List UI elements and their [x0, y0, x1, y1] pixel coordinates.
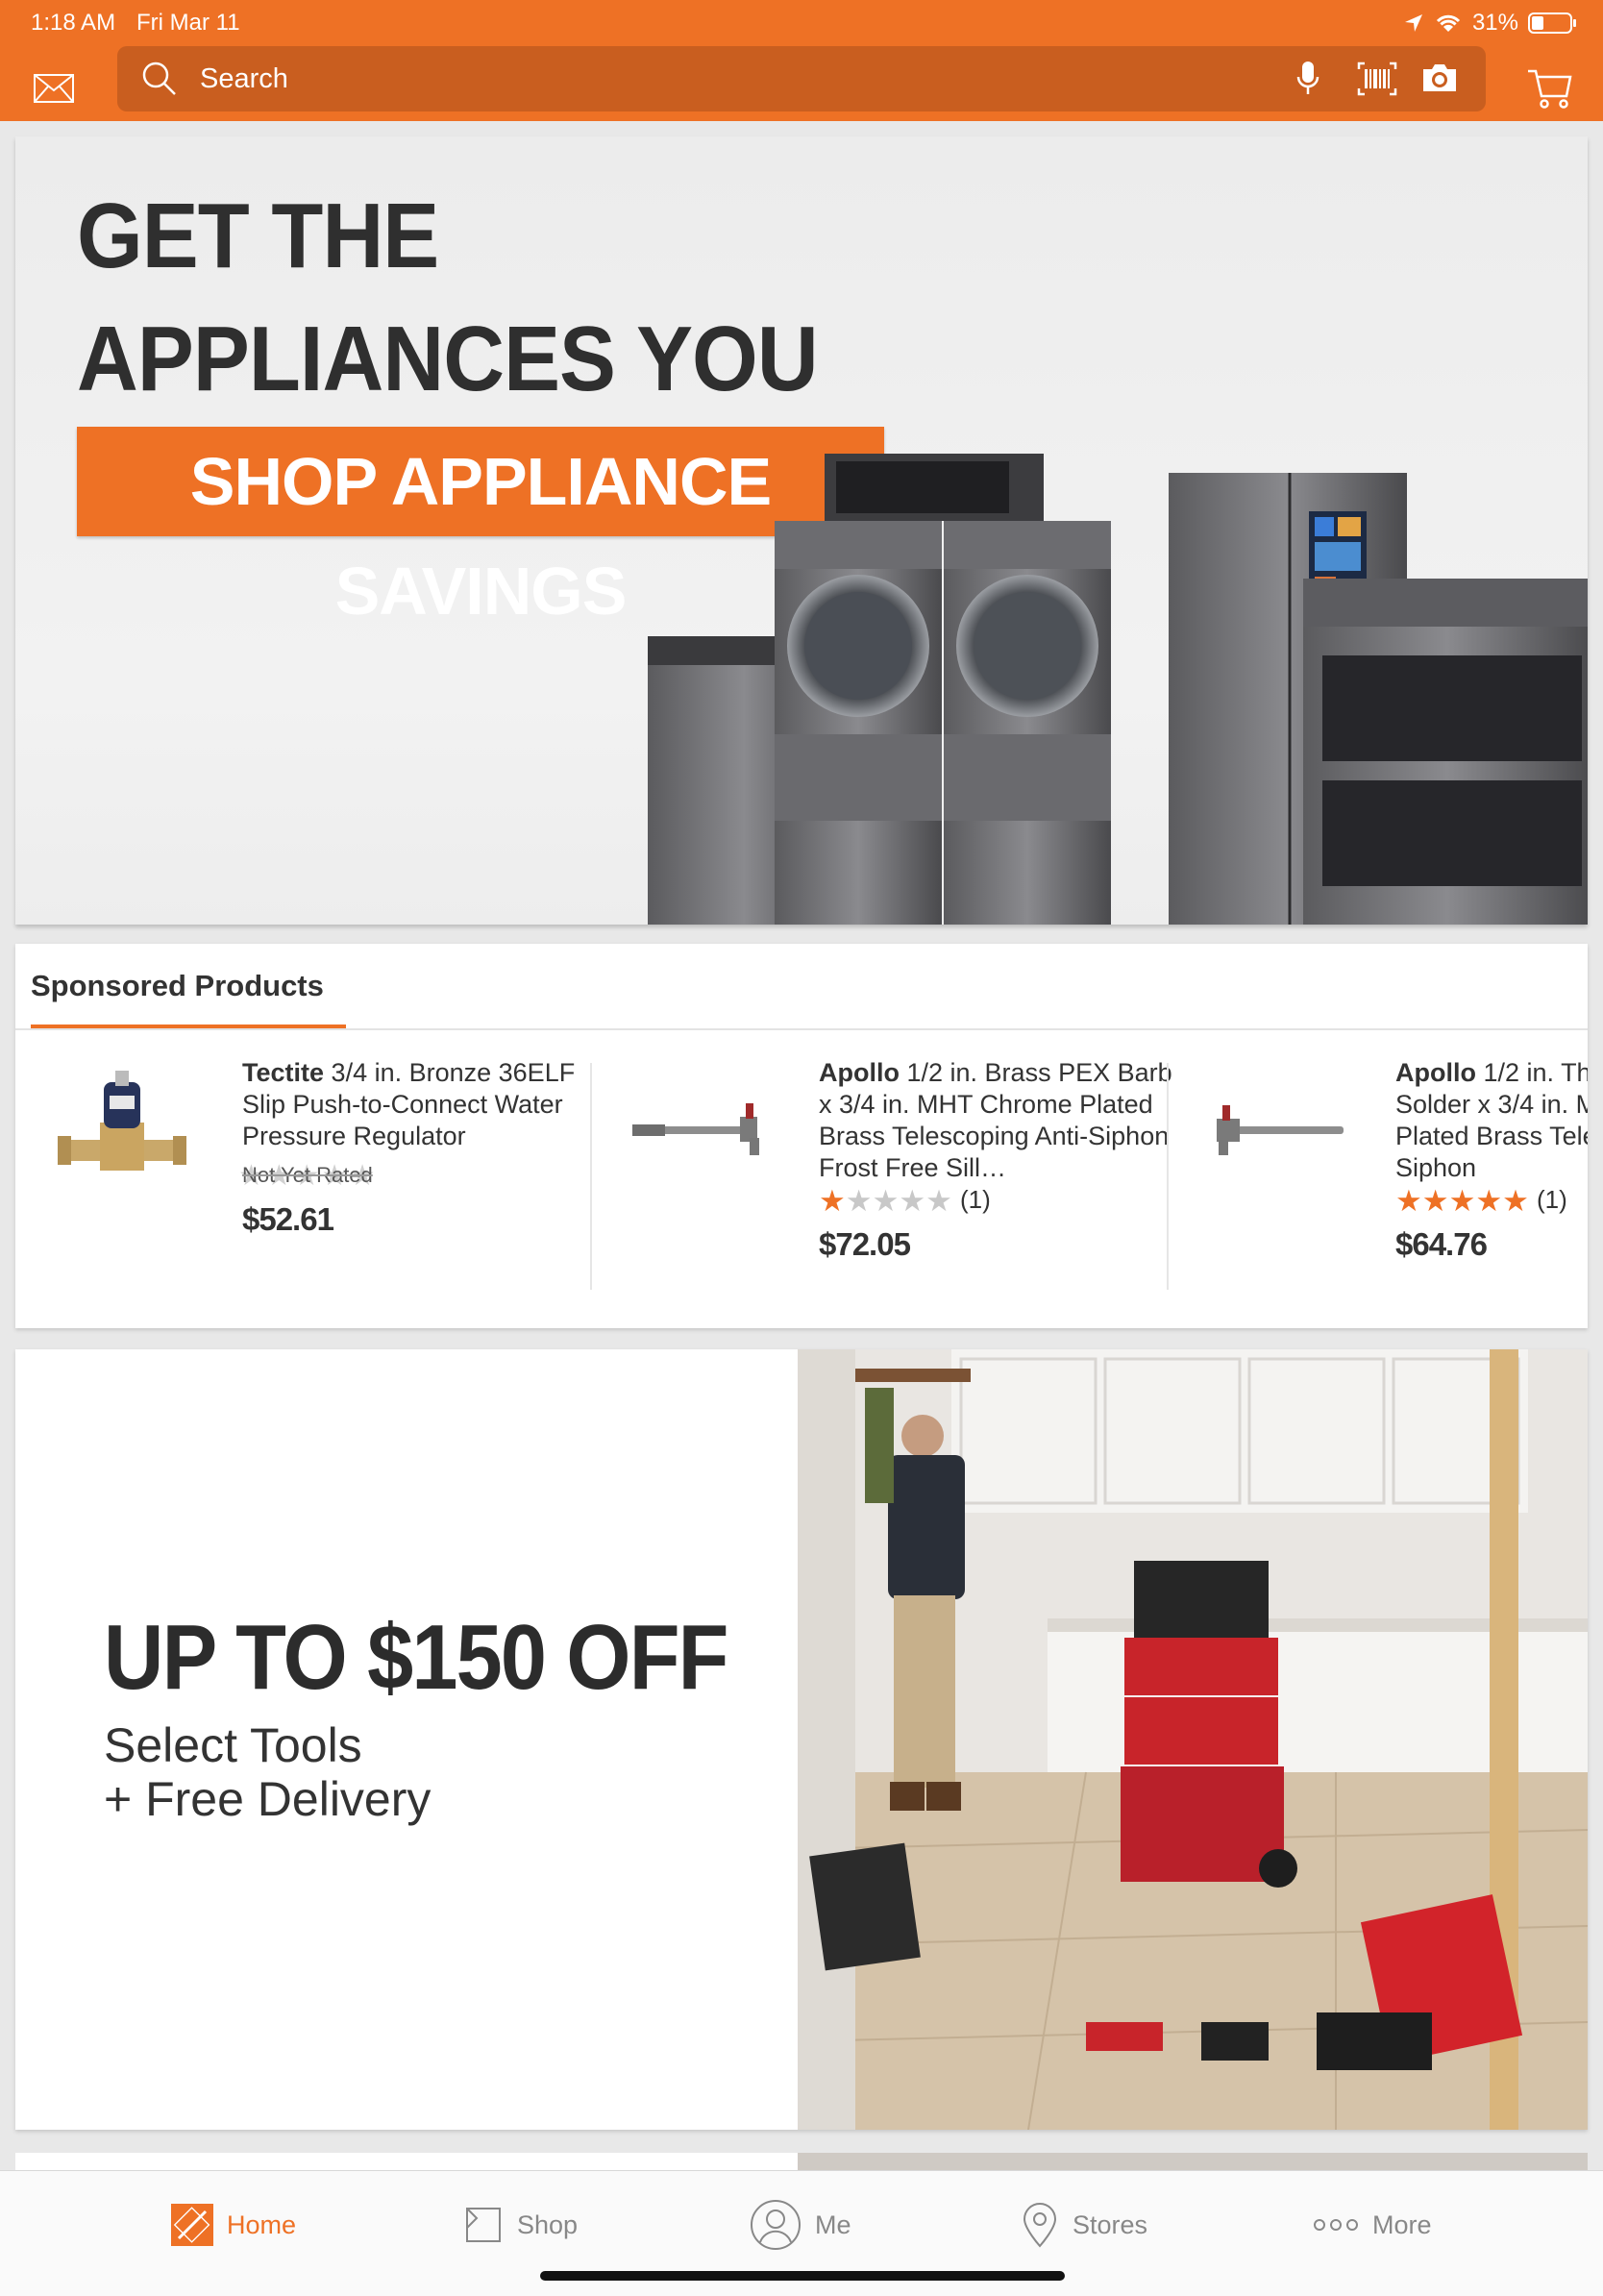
tab-label: Stores — [1073, 2210, 1148, 2239]
status-time: 1:18 AM — [31, 10, 116, 36]
appliances-image — [648, 454, 1588, 925]
wifi-icon — [1436, 14, 1461, 32]
tools-scene-image — [798, 1349, 1588, 2130]
sponsored-products-section: Sponsored Products Tectite 3/4 in. Bronz… — [15, 944, 1588, 1328]
tab-stores[interactable]: Stores — [1021, 2196, 1147, 2254]
battery-percent: 31% — [1471, 10, 1518, 36]
home-depot-logo-icon — [171, 2204, 213, 2246]
cart-icon[interactable] — [1526, 65, 1572, 110]
sillcock-faucet-image — [1217, 1105, 1344, 1155]
search-icon — [142, 62, 176, 95]
star-icon: ★ — [819, 1184, 846, 1218]
camera-icon[interactable] — [1420, 62, 1459, 94]
sponsored-products-title: Sponsored Products — [31, 969, 324, 1002]
pressure-regulator-image — [58, 1071, 186, 1171]
promo-line: Select Tools — [104, 1718, 362, 1772]
star-icon: ★★★★★ — [1395, 1184, 1529, 1218]
person-icon — [751, 2200, 801, 2250]
product-title[interactable]: Tectite 3/4 in. Bronze 36ELF Slip Push-t… — [242, 1057, 598, 1152]
divider — [1167, 1063, 1169, 1290]
product-title[interactable]: Apollo 1/2 in. Threaded Solder x 3/4 in.… — [1395, 1057, 1588, 1184]
review-count: (1) — [1536, 1185, 1567, 1214]
tab-label: Me — [815, 2210, 851, 2239]
product-card[interactable]: Apollo 1/2 in. Threaded Solder x 3/4 in.… — [1184, 1057, 1588, 1288]
tab-label: Shop — [517, 2210, 579, 2239]
promo-line: + Free Delivery — [104, 1772, 432, 1826]
product-title[interactable]: Apollo 1/2 in. Brass PEX Barb x 3/4 in. … — [819, 1057, 1174, 1184]
star-icon: ★★★★ — [845, 1184, 952, 1218]
barcode-icon[interactable] — [1357, 62, 1397, 96]
tab-label: Home — [227, 2210, 297, 2239]
review-count: (1) — [959, 1185, 991, 1214]
star-rating: ★★★★★ (1) — [1395, 1184, 1567, 1219]
bottom-tab-bar: Home Shop Me Stores More — [0, 2170, 1603, 2296]
product-price: $64.76 — [1395, 1226, 1488, 1262]
status-bar: 1:18 AM Fri Mar 11 31% — [0, 0, 1603, 44]
microphone-icon[interactable] — [1295, 60, 1320, 98]
status-right: 31% — [1403, 10, 1576, 37]
location-arrow-icon — [1404, 14, 1422, 32]
tools-promo-banner[interactable]: UP TO $150 OFF Select Tools + Free Deliv… — [15, 1349, 1588, 2130]
tab-label: More — [1372, 2210, 1432, 2239]
product-price: $72.05 — [819, 1226, 911, 1262]
divider — [15, 1028, 1588, 1030]
promo-subtext: Select Tools + Free Delivery — [104, 1718, 431, 1826]
star-rating: ★★★★★ (1) — [819, 1184, 991, 1219]
appliance-savings-banner[interactable]: GET THE APPLIANCES YOU WANT, FOR LESS SH… — [15, 136, 1588, 925]
shop-icon — [466, 2208, 501, 2242]
battery-icon — [1528, 12, 1576, 34]
product-price: $52.61 — [242, 1201, 334, 1237]
tab-home[interactable]: Home — [171, 2196, 296, 2254]
location-pin-icon — [1023, 2203, 1057, 2248]
tab-shop[interactable]: Shop — [463, 2196, 578, 2254]
status-date: Fri Mar 11 — [136, 10, 240, 36]
tab-me[interactable]: Me — [750, 2196, 851, 2254]
home-indicator — [540, 2271, 1065, 2281]
divider — [590, 1063, 592, 1290]
sillcock-faucet-image — [632, 1103, 759, 1155]
promo-headline: UP TO $150 OFF — [104, 1606, 728, 1709]
app-header: 1:18 AM Fri Mar 11 31% Search — [0, 0, 1603, 121]
not-yet-rated: ★★★★★ Not Yet Rated — [238, 1160, 378, 1192]
tab-more[interactable]: More — [1313, 2196, 1432, 2254]
mail-icon[interactable] — [33, 73, 75, 104]
search-input[interactable]: Search — [200, 63, 288, 95]
more-dots-icon — [1314, 2219, 1358, 2231]
search-bar[interactable]: Search — [117, 46, 1486, 111]
product-card[interactable]: Apollo 1/2 in. Brass PEX Barb x 3/4 in. … — [607, 1057, 1184, 1288]
product-card[interactable]: Tectite 3/4 in. Bronze 36ELF Slip Push-t… — [31, 1057, 607, 1288]
